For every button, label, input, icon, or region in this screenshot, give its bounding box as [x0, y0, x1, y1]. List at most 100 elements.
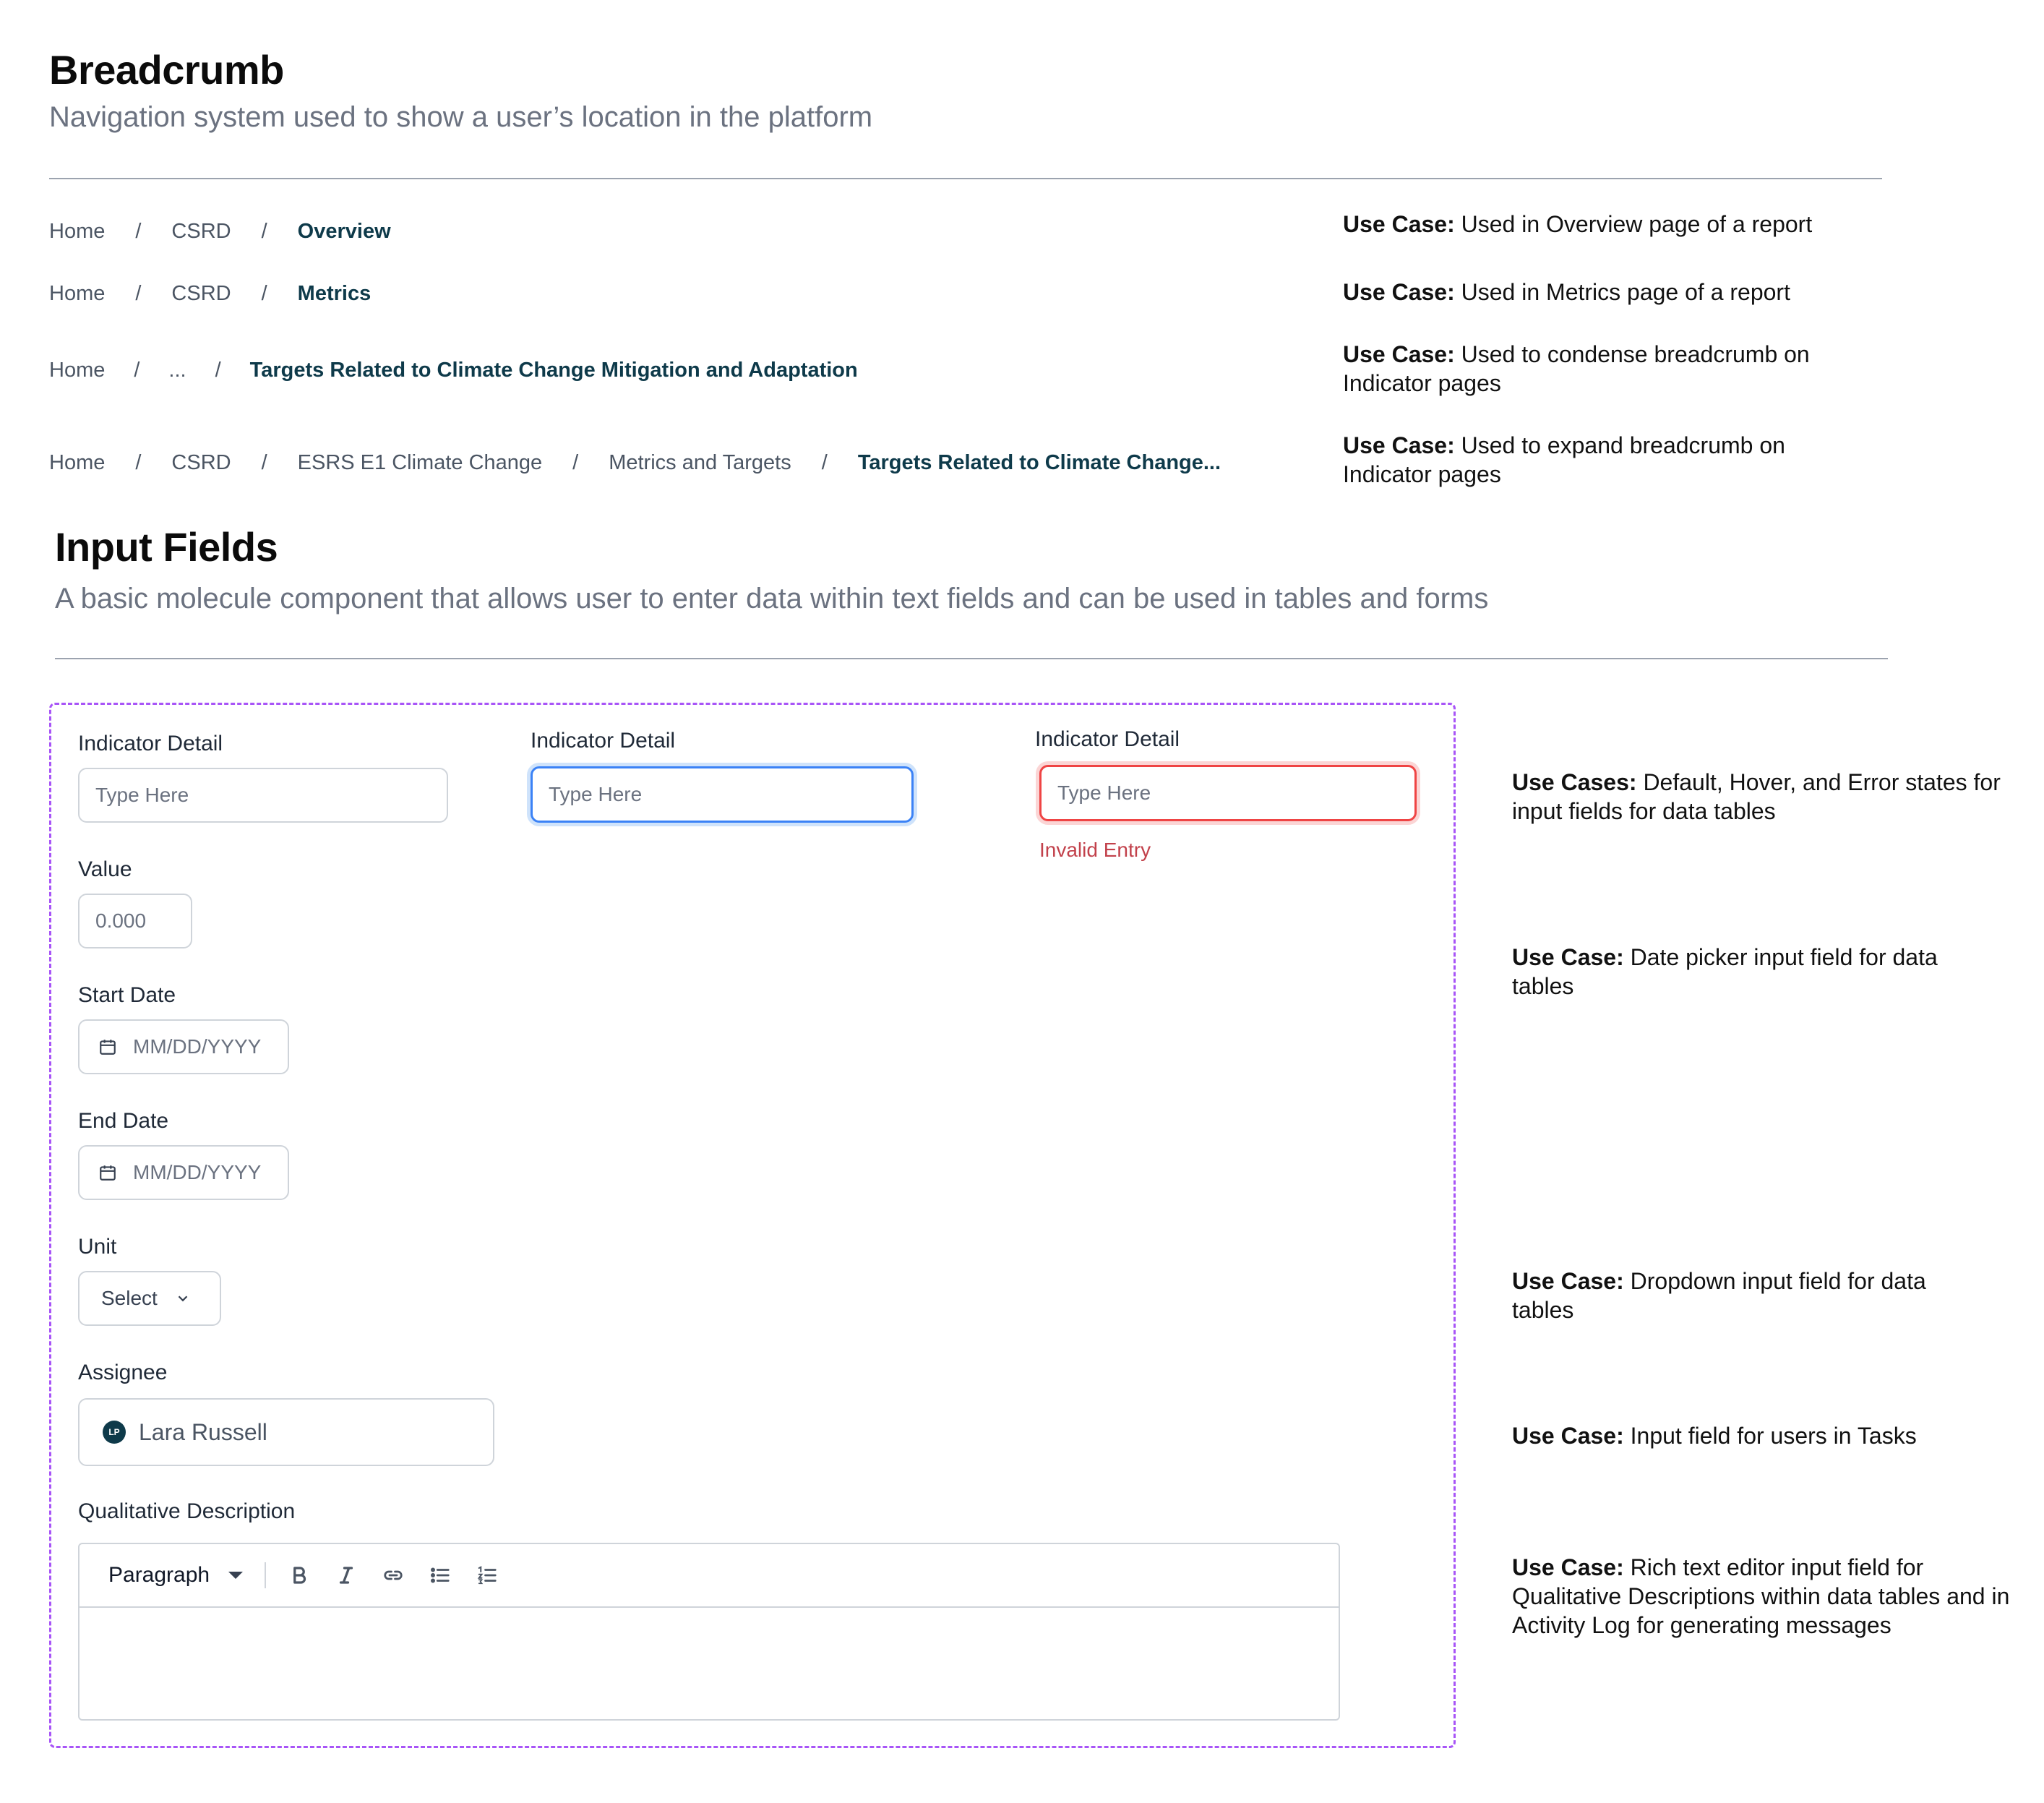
numbered-list-icon: [477, 1566, 497, 1585]
breadcrumb-section-title: Breadcrumb: [49, 47, 284, 93]
breadcrumb-separator: /: [135, 281, 142, 305]
breadcrumb-separator: /: [261, 219, 267, 243]
section-divider: [55, 658, 1888, 659]
use-case-label: Use Case:: [1512, 944, 1624, 970]
italic-button[interactable]: [332, 1561, 361, 1590]
breadcrumb-link[interactable]: ESRS E1 Climate Change: [298, 451, 543, 475]
use-case-note: Use Cases: Default, Hover, and Error sta…: [1512, 768, 2018, 826]
breadcrumb-link[interactable]: Metrics and Targets: [609, 451, 791, 475]
use-case-note: Use Case: Used in Overview page of a rep…: [1343, 210, 1878, 239]
breadcrumb-link[interactable]: CSRD: [171, 220, 231, 244]
breadcrumb-link[interactable]: Home: [49, 282, 105, 306]
paragraph-format-dropdown[interactable]: Paragraph: [108, 1563, 244, 1588]
unit-select[interactable]: Select: [78, 1271, 221, 1326]
input-section-subtitle: A basic molecule component that allows u…: [55, 583, 1489, 614]
breadcrumb: Home / CSRD / Overview: [49, 218, 391, 244]
start-date-picker[interactable]: MM/DD/YYYY: [78, 1019, 289, 1074]
assignee-name: Lara Russell: [139, 1418, 267, 1445]
section-divider: [49, 178, 1882, 179]
italic-icon: [339, 1567, 353, 1584]
use-case-text: Used in Metrics page of a report: [1461, 279, 1790, 305]
breadcrumb-ellipsis[interactable]: ...: [168, 359, 186, 382]
end-date-label: End Date: [78, 1109, 169, 1133]
input-placeholder: 0.000: [95, 909, 147, 932]
indicator-detail-input-error[interactable]: Type Here: [1039, 765, 1417, 821]
end-date-picker[interactable]: MM/DD/YYYY: [78, 1145, 289, 1200]
start-date-label: Start Date: [78, 983, 176, 1007]
use-case-note: Use Case: Date picker input field for da…: [1512, 943, 1975, 1001]
breadcrumb-separator: /: [135, 219, 142, 243]
bold-icon: [293, 1567, 306, 1584]
input-placeholder: Type Here: [95, 784, 189, 806]
use-case-label: Use Case:: [1512, 1554, 1624, 1580]
breadcrumb-separator: /: [215, 358, 221, 382]
bullet-list-icon: [431, 1567, 450, 1583]
indicator-detail-input[interactable]: Type Here: [78, 768, 448, 823]
indicator-detail-input-hover[interactable]: Type Here: [531, 766, 914, 823]
bullet-list-button[interactable]: [426, 1561, 455, 1590]
breadcrumb-separator: /: [135, 450, 142, 474]
use-case-label: Use Case:: [1343, 432, 1455, 458]
use-case-text: Input field for users in Tasks: [1630, 1423, 1917, 1449]
link-button[interactable]: [379, 1561, 408, 1590]
breadcrumb-link[interactable]: Home: [49, 451, 105, 475]
qualitative-description-label: Qualitative Description: [78, 1499, 296, 1523]
chevron-down-icon: [178, 1295, 188, 1302]
breadcrumb-link[interactable]: CSRD: [171, 451, 231, 475]
breadcrumb-separator: /: [261, 281, 267, 305]
breadcrumb-separator: /: [821, 450, 828, 474]
calendar-icon: [100, 1165, 116, 1181]
use-case-label: Use Case:: [1343, 211, 1455, 237]
link-icon: [384, 1570, 403, 1580]
caret-down-icon: [228, 1572, 244, 1579]
indicator-detail-label: Indicator Detail: [1035, 727, 1180, 751]
input-placeholder: Type Here: [549, 783, 643, 805]
error-message: Invalid Entry: [1039, 839, 1151, 861]
breadcrumb-separator: /: [261, 450, 267, 474]
editor-toolbar: Paragraph: [80, 1544, 1339, 1608]
input-section-title: Input Fields: [55, 524, 278, 570]
rich-text-editor: Paragraph: [78, 1543, 1340, 1721]
indicator-detail-label: Indicator Detail: [531, 729, 676, 753]
toolbar-divider: [265, 1562, 267, 1588]
input-placeholder: MM/DD/YYYY: [133, 1035, 262, 1058]
breadcrumb-current: Targets Related to Climate Change Mitiga…: [249, 358, 858, 382]
use-case-label: Use Case:: [1512, 1268, 1624, 1294]
breadcrumb-current: Overview: [297, 219, 391, 243]
breadcrumb-link[interactable]: Home: [49, 359, 105, 382]
paragraph-format-label: Paragraph: [108, 1563, 210, 1587]
unit-label: Unit: [78, 1235, 117, 1259]
breadcrumb-link[interactable]: CSRD: [171, 282, 231, 306]
calendar-icon: [100, 1040, 116, 1055]
use-case-text: Used in Overview page of a report: [1461, 211, 1813, 237]
breadcrumb-separator: /: [572, 450, 579, 474]
breadcrumb: Home / ... / Targets Related to Climate …: [49, 357, 858, 383]
use-case-note: Use Case: Input field for users in Tasks: [1512, 1421, 2018, 1450]
breadcrumb-current: Metrics: [297, 281, 372, 305]
breadcrumb: Home / CSRD / ESRS E1 Climate Change / M…: [49, 450, 1221, 476]
numbered-list-button[interactable]: [473, 1561, 502, 1590]
select-value: Select: [101, 1287, 158, 1309]
use-case-note: Use Case: Used to condense breadcrumb on…: [1343, 340, 1878, 398]
use-case-label: Use Case:: [1343, 279, 1455, 305]
breadcrumb-link[interactable]: Home: [49, 220, 105, 244]
breadcrumb: Home / CSRD / Metrics: [49, 280, 371, 307]
assignee-input[interactable]: LP Lara Russell: [78, 1398, 494, 1466]
value-label: Value: [78, 857, 132, 881]
use-case-label: Use Case:: [1343, 341, 1455, 367]
use-case-note: Use Case: Rich text editor input field f…: [1512, 1553, 2018, 1640]
use-case-note: Use Case: Used to expand breadcrumb on I…: [1343, 431, 1878, 489]
assignee-label: Assignee: [78, 1361, 168, 1384]
use-case-note: Use Case: Dropdown input field for data …: [1512, 1267, 1975, 1324]
use-case-label: Use Case:: [1512, 1423, 1624, 1449]
value-input[interactable]: 0.000: [78, 894, 192, 948]
breadcrumb-section-subtitle: Navigation system used to show a user’s …: [49, 101, 873, 133]
breadcrumb-separator: /: [134, 358, 140, 382]
input-placeholder: Type Here: [1057, 781, 1151, 804]
avatar: LP: [103, 1421, 126, 1444]
use-case-label: Use Cases:: [1512, 769, 1637, 795]
bold-button[interactable]: [285, 1561, 314, 1590]
use-case-note: Use Case: Used in Metrics page of a repo…: [1343, 278, 1878, 307]
input-placeholder: MM/DD/YYYY: [133, 1161, 262, 1183]
indicator-detail-label: Indicator Detail: [78, 732, 223, 755]
